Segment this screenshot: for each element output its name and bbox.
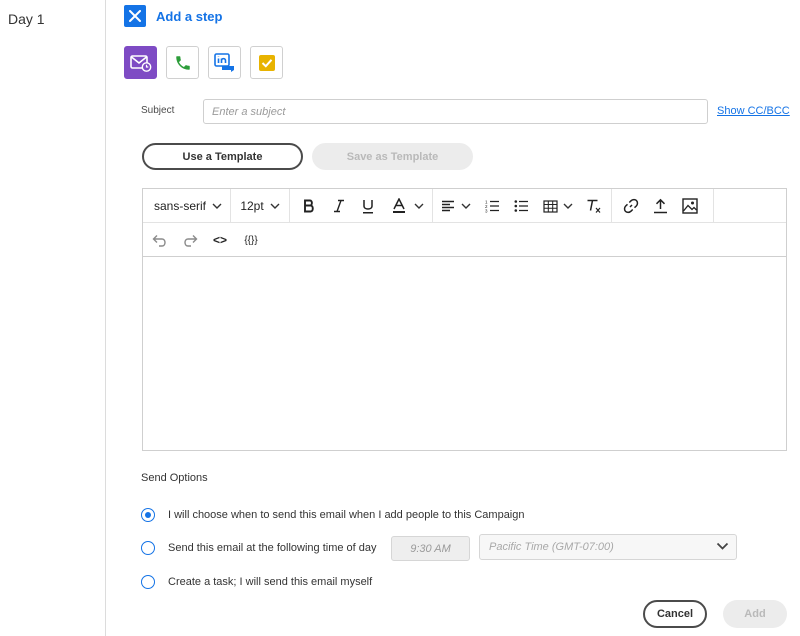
link-icon[interactable] — [621, 189, 641, 223]
left-column: Day 1 — [0, 0, 106, 636]
italic-icon[interactable] — [329, 189, 349, 223]
step-type-email-button[interactable] — [124, 46, 157, 79]
send-time-field[interactable]: 9:30 AM — [391, 536, 470, 561]
add-step-header: Add a step — [124, 5, 222, 27]
upload-icon[interactable] — [650, 189, 670, 223]
chevron-down-icon — [270, 203, 280, 209]
align-button[interactable] — [439, 189, 473, 223]
radio-manual[interactable] — [141, 508, 155, 522]
editor-toolbar-secondary: <> {{}} — [143, 223, 786, 257]
align-left-icon — [442, 200, 454, 212]
bold-icon[interactable] — [299, 189, 319, 223]
svg-text:3: 3 — [485, 209, 488, 214]
checkbox-icon — [258, 54, 275, 71]
add-step-title: Add a step — [156, 8, 223, 24]
add-button[interactable]: Add — [723, 600, 787, 628]
show-cc-bcc-link[interactable]: Show CC/BCC — [717, 105, 790, 117]
image-icon[interactable] — [680, 189, 700, 223]
font-size-value: 12pt — [240, 199, 264, 213]
step-type-linkedin-button[interactable] — [208, 46, 241, 79]
radio-task[interactable] — [141, 575, 155, 589]
clear-formatting-icon[interactable] — [583, 189, 605, 223]
undo-icon[interactable] — [149, 223, 171, 257]
chevron-down-icon — [461, 203, 471, 209]
timezone-value: Pacific Time (GMT-07:00) — [489, 541, 614, 553]
chevron-down-icon — [563, 203, 573, 209]
editor-content-area[interactable] — [143, 257, 786, 451]
chevron-down-icon — [414, 203, 424, 209]
timezone-select[interactable]: Pacific Time (GMT-07:00) — [479, 534, 737, 560]
mail-clock-icon — [129, 54, 151, 72]
numbered-list-icon[interactable]: 123 — [482, 189, 502, 223]
save-as-template-button[interactable]: Save as Template — [312, 143, 473, 170]
send-option-scheduled-label: Send this email at the following time of… — [168, 542, 377, 554]
use-template-button[interactable]: Use a Template — [142, 143, 303, 170]
send-options-label: Send Options — [141, 472, 208, 484]
source-code-button[interactable]: <> — [209, 223, 231, 257]
table-button[interactable] — [540, 189, 576, 223]
font-family-select[interactable]: sans-serif — [147, 189, 229, 223]
font-size-select[interactable]: 12pt — [234, 189, 286, 223]
email-editor: sans-serif 12pt 123 <> {{}} — [142, 188, 787, 451]
phone-icon — [175, 55, 190, 70]
day-label: Day 1 — [8, 11, 45, 27]
font-family-value: sans-serif — [153, 199, 206, 213]
redo-icon[interactable] — [179, 223, 201, 257]
send-option-task[interactable]: Create a task; I will send this email my… — [141, 575, 372, 589]
send-option-scheduled[interactable]: Send this email at the following time of… — [141, 541, 377, 555]
linkedin-message-icon — [213, 52, 234, 72]
send-option-task-label: Create a task; I will send this email my… — [168, 576, 373, 588]
chevron-down-icon — [212, 203, 222, 209]
step-type-task-button[interactable] — [250, 46, 283, 79]
subject-label: Subject — [141, 105, 175, 116]
step-type-picker — [124, 46, 283, 79]
text-color-icon — [393, 198, 405, 213]
merge-tokens-button[interactable]: {{}} — [239, 223, 263, 257]
close-icon[interactable] — [124, 5, 146, 27]
text-color-button[interactable] — [387, 189, 429, 223]
table-icon — [543, 199, 558, 213]
underline-icon[interactable] — [358, 189, 378, 223]
step-type-call-button[interactable] — [166, 46, 199, 79]
bullet-list-icon[interactable] — [511, 189, 531, 223]
editor-toolbar-primary: sans-serif 12pt 123 — [143, 189, 786, 223]
send-option-manual-label: I will choose when to send this email wh… — [168, 509, 525, 521]
subject-input[interactable] — [203, 99, 708, 124]
cancel-button[interactable]: Cancel — [643, 600, 707, 628]
radio-scheduled[interactable] — [141, 541, 155, 555]
chevron-down-icon — [716, 542, 729, 550]
send-option-manual[interactable]: I will choose when to send this email wh… — [141, 508, 525, 522]
